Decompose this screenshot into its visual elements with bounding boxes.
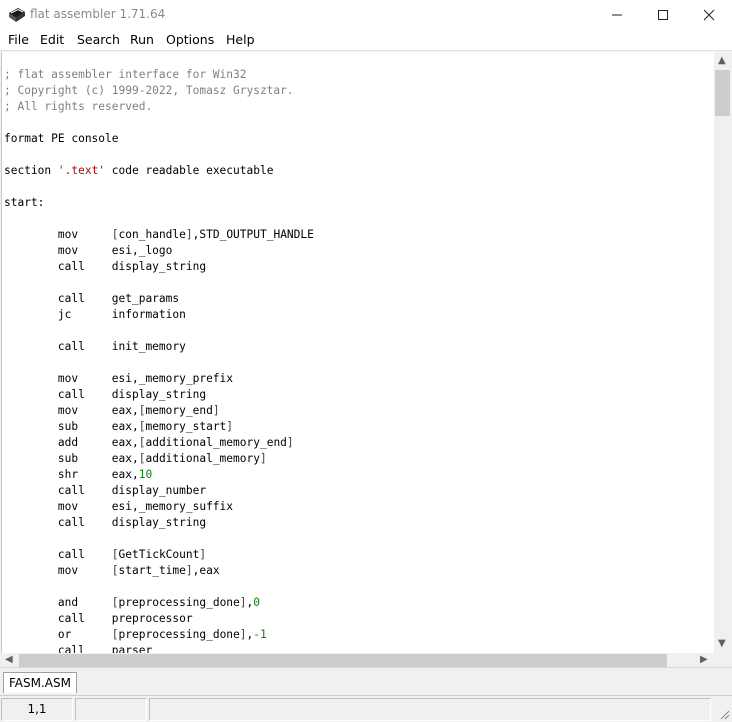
code-line[interactable]: ; flat assembler interface for Win32 (4, 67, 314, 83)
code-line[interactable]: mov [con_handle],STD_OUTPUT_HANDLE (4, 227, 314, 243)
code-line[interactable]: start: (4, 195, 314, 211)
code-line[interactable]: mov [start_time],eax (4, 563, 314, 579)
code-line[interactable]: ​ (4, 115, 314, 131)
vertical-scroll-thumb[interactable] (715, 70, 730, 116)
file-tab-bar: FASM.ASM (0, 667, 732, 696)
code-line[interactable]: and [preprocessing_done],0 (4, 595, 314, 611)
code-line[interactable]: mov esi,_memory_suffix (4, 499, 314, 515)
code-line[interactable]: ; Copyright (c) 1999-2022, Tomasz Gryszt… (4, 83, 314, 99)
scroll-left-icon[interactable]: ◀ (5, 655, 13, 665)
code-line[interactable]: call get_params (4, 291, 314, 307)
code-line[interactable]: ​ (4, 211, 314, 227)
code-line[interactable]: ​ (4, 355, 314, 371)
horizontal-scroll-thumb[interactable] (19, 654, 667, 667)
resize-grip-icon[interactable] (718, 708, 730, 720)
menu-run[interactable]: Run (130, 32, 154, 47)
code-editor[interactable]: ; flat assembler interface for Win32; Co… (1, 52, 715, 653)
menu-edit[interactable]: Edit (40, 32, 64, 47)
code-line[interactable]: ​ (4, 323, 314, 339)
horizontal-scrollbar[interactable]: ◀ ▶ (0, 653, 714, 667)
code-line[interactable]: mov eax,[memory_end] (4, 403, 314, 419)
code-line[interactable]: call [GetTickCount] (4, 547, 314, 563)
status-bar: 1,1 (0, 695, 732, 722)
code-line[interactable]: call display_string (4, 515, 314, 531)
menu-file[interactable]: File (8, 32, 29, 47)
code-line[interactable]: shr eax,10 (4, 467, 314, 483)
maximize-button[interactable] (640, 0, 686, 30)
menu-bar: File Edit Search Run Options Help (0, 30, 732, 51)
code-line[interactable]: ​ (4, 531, 314, 547)
code-line[interactable]: or [preprocessing_done],-1 (4, 627, 314, 643)
code-line[interactable]: ​ (4, 579, 314, 595)
code-line[interactable]: ; All rights reserved. (4, 99, 314, 115)
menu-options[interactable]: Options (166, 32, 214, 47)
vertical-scrollbar[interactable]: ▲ ▼ (714, 52, 732, 653)
code-line[interactable]: call preprocessor (4, 611, 314, 627)
code-line[interactable]: ​ (4, 179, 314, 195)
tab-fasm-asm[interactable]: FASM.ASM (3, 672, 77, 693)
window-title: flat assembler 1.71.64 (30, 7, 166, 21)
code-line[interactable]: mov esi,_logo (4, 243, 314, 259)
scroll-up-icon[interactable]: ▲ (718, 56, 726, 66)
code-line[interactable]: sub eax,[memory_start] (4, 419, 314, 435)
status-cell-message (149, 698, 711, 721)
code-line[interactable]: sub eax,[additional_memory] (4, 451, 314, 467)
code-line[interactable]: ​ (4, 147, 314, 163)
source-code[interactable]: ; flat assembler interface for Win32; Co… (4, 67, 314, 653)
status-cell-modified (75, 698, 147, 721)
code-line[interactable]: format PE console (4, 131, 314, 147)
code-line[interactable]: call display_string (4, 259, 314, 275)
code-line[interactable]: add eax,[additional_memory_end] (4, 435, 314, 451)
cursor-position: 1,1 (1, 698, 73, 721)
close-icon (703, 9, 715, 21)
minimize-icon (612, 14, 622, 16)
code-line[interactable]: mov esi,_memory_prefix (4, 371, 314, 387)
scrollbar-corner (714, 653, 732, 667)
close-button[interactable] (686, 0, 732, 30)
code-line[interactable]: jc information (4, 307, 314, 323)
code-line[interactable]: call display_string (4, 387, 314, 403)
maximize-icon (658, 10, 668, 20)
menu-search[interactable]: Search (77, 32, 120, 47)
code-line[interactable]: call parser (4, 643, 314, 653)
scroll-right-icon[interactable]: ▶ (700, 655, 708, 665)
code-line[interactable]: ​ (4, 275, 314, 291)
code-line[interactable]: section '.text' code readable executable (4, 163, 314, 179)
menu-help[interactable]: Help (226, 32, 255, 47)
minimize-button[interactable] (594, 0, 640, 30)
code-line[interactable]: call display_number (4, 483, 314, 499)
scroll-down-icon[interactable]: ▼ (718, 639, 726, 649)
code-line[interactable]: call init_memory (4, 339, 314, 355)
fasm-app-icon (9, 8, 25, 22)
title-bar[interactable]: flat assembler 1.71.64 (0, 0, 732, 30)
